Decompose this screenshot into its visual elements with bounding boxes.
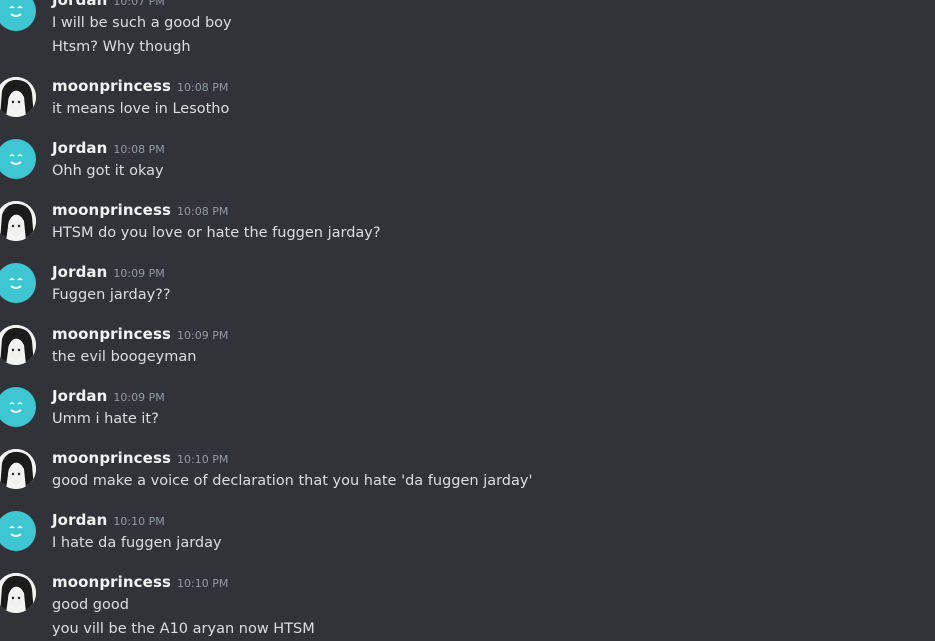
timestamp: 10:09 PM xyxy=(113,267,165,280)
jordan-avatar-icon[interactable] xyxy=(0,263,36,303)
message-text: Umm i hate it? xyxy=(52,411,159,427)
jordan-avatar-icon[interactable] xyxy=(0,511,36,551)
jordan-avatar-icon[interactable] xyxy=(0,139,36,179)
timestamp: 10:08 PM xyxy=(177,205,229,218)
message-header: Jordan 10:09 PM xyxy=(52,386,165,408)
jordan-avatar-icon[interactable] xyxy=(0,0,36,31)
message-header: moonprincess 10:09 PM xyxy=(52,324,228,346)
message-text: you vill be the A10 aryan now HTSM xyxy=(52,621,315,637)
username[interactable]: Jordan xyxy=(52,387,107,405)
message-text: good make a voice of declaration that yo… xyxy=(52,473,533,489)
message-header: Jordan 10:09 PM xyxy=(52,262,165,284)
username[interactable]: Jordan xyxy=(52,139,107,157)
username[interactable]: moonprincess xyxy=(52,449,171,467)
username[interactable]: Jordan xyxy=(52,511,107,529)
timestamp: 10:10 PM xyxy=(177,453,229,466)
moonprincess-avatar-icon[interactable] xyxy=(0,77,36,117)
timestamp: 10:10 PM xyxy=(177,577,229,590)
message-header: moonprincess 10:08 PM xyxy=(52,200,228,222)
username[interactable]: moonprincess xyxy=(52,201,171,219)
timestamp: 10:09 PM xyxy=(177,329,229,342)
message-text: Ohh got it okay xyxy=(52,163,164,179)
message-header: moonprincess 10:10 PM xyxy=(52,572,228,594)
timestamp: 10:09 PM xyxy=(113,391,165,404)
message-text: good good xyxy=(52,597,129,613)
message-text: Fuggen jarday?? xyxy=(52,287,171,303)
message-header: moonprincess 10:08 PM xyxy=(52,76,228,98)
message-header: Jordan 10:07 PM xyxy=(52,0,165,12)
username[interactable]: Jordan xyxy=(52,263,107,281)
timestamp: 10:08 PM xyxy=(177,81,229,94)
username[interactable]: moonprincess xyxy=(52,573,171,591)
moonprincess-avatar-icon[interactable] xyxy=(0,325,36,365)
timestamp: 10:07 PM xyxy=(113,0,165,8)
message-header: Jordan 10:08 PM xyxy=(52,138,165,160)
message-text: Htsm? Why though xyxy=(52,39,191,55)
timestamp: 10:10 PM xyxy=(113,515,165,528)
username[interactable]: moonprincess xyxy=(52,77,171,95)
message-text: the evil boogeyman xyxy=(52,349,197,365)
moonprincess-avatar-icon[interactable] xyxy=(0,573,36,613)
message-text: I hate da fuggen jarday xyxy=(52,535,222,551)
message-text: HTSM do you love or hate the fuggen jard… xyxy=(52,225,381,241)
moonprincess-avatar-icon[interactable] xyxy=(0,201,36,241)
timestamp: 10:08 PM xyxy=(113,143,165,156)
message-text: I will be such a good boy xyxy=(52,15,232,31)
chat-message-list: Jordan 10:07 PM I will be such a good boy… xyxy=(0,0,935,641)
message-text: it means love in Lesotho xyxy=(52,101,230,117)
message-header: moonprincess 10:10 PM xyxy=(52,448,228,470)
message-header: Jordan 10:10 PM xyxy=(52,510,165,532)
username[interactable]: Jordan xyxy=(52,0,107,9)
moonprincess-avatar-icon[interactable] xyxy=(0,449,36,489)
jordan-avatar-icon[interactable] xyxy=(0,387,36,427)
username[interactable]: moonprincess xyxy=(52,325,171,343)
